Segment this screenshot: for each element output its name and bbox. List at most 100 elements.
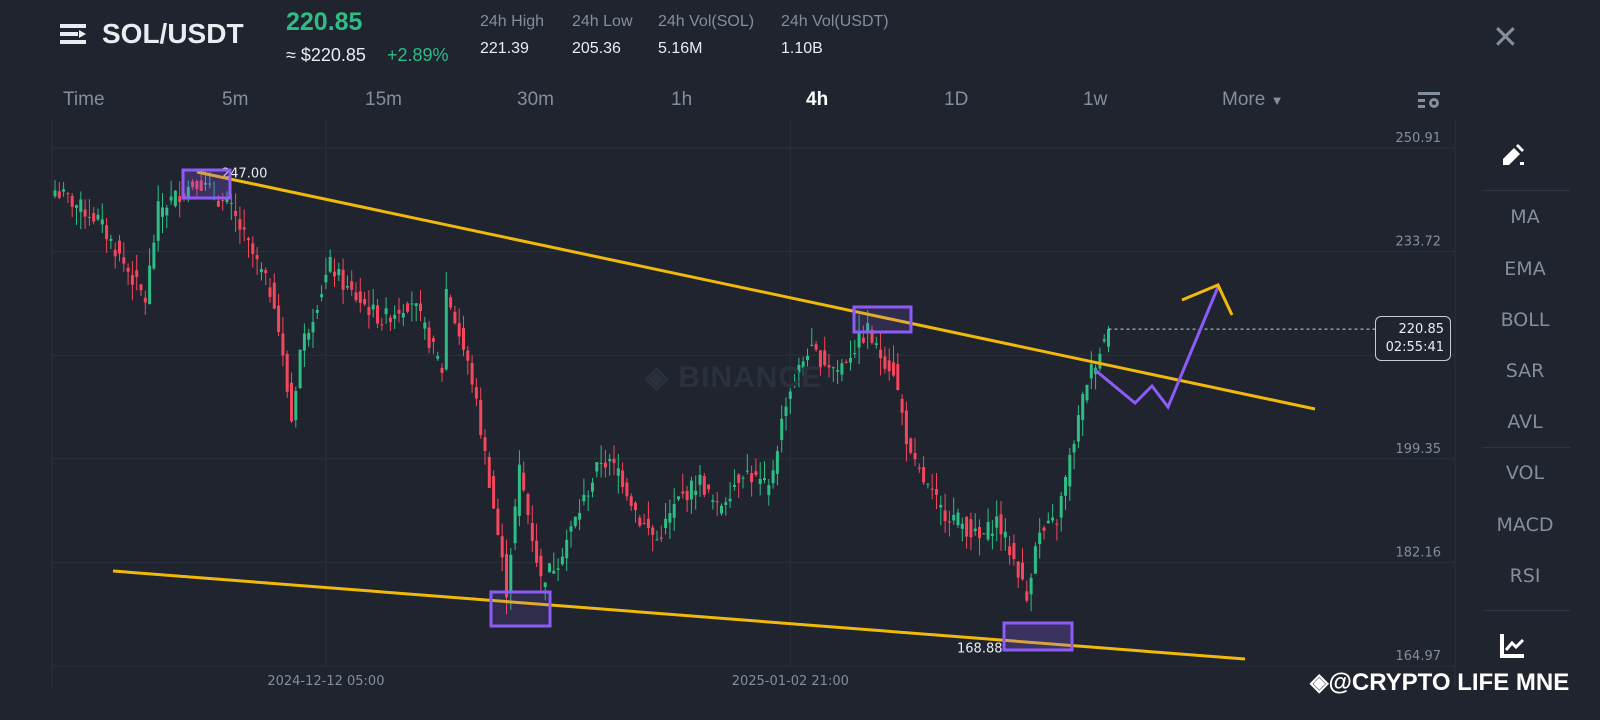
candle	[922, 456, 926, 485]
candle	[264, 267, 268, 286]
candle	[995, 500, 999, 542]
candle	[414, 303, 418, 322]
candle	[423, 316, 427, 340]
candle	[595, 462, 599, 478]
candle	[728, 481, 732, 508]
candle	[457, 308, 461, 345]
candle	[148, 248, 152, 305]
x-tick-label: 2024-12-12 05:00	[267, 674, 384, 689]
candle	[70, 193, 74, 217]
candle	[715, 492, 719, 517]
candle	[139, 283, 143, 296]
candle	[96, 208, 100, 221]
candle	[771, 459, 775, 489]
candle	[156, 185, 160, 252]
current-price-box: 220.85 02:55:41	[1375, 316, 1451, 361]
candle	[388, 314, 392, 331]
candle	[397, 297, 401, 323]
candle	[582, 478, 586, 506]
candle	[625, 477, 629, 501]
candle	[462, 315, 465, 357]
candle	[113, 242, 117, 269]
candle	[444, 272, 448, 371]
candle	[702, 473, 706, 498]
candle	[143, 290, 147, 315]
candle	[973, 513, 977, 536]
candle	[380, 317, 384, 331]
candle	[173, 190, 177, 208]
candle	[552, 552, 556, 574]
candle	[247, 236, 250, 258]
x-tick-label: 2025-01-02 21:00	[732, 674, 849, 689]
candle	[745, 454, 749, 475]
indicator-ma[interactable]: MA	[1480, 206, 1570, 228]
indicator-vol[interactable]: VOL	[1480, 462, 1570, 484]
candle	[1081, 391, 1085, 437]
candle	[677, 496, 680, 502]
candle	[358, 277, 362, 313]
candle	[603, 449, 607, 478]
candle	[83, 199, 87, 229]
candle	[302, 323, 306, 368]
candle	[436, 351, 440, 361]
candle	[105, 217, 109, 253]
candle	[732, 469, 736, 491]
candle	[1042, 525, 1046, 540]
candle	[935, 473, 938, 510]
candle	[879, 333, 883, 376]
candle	[694, 475, 698, 510]
candle	[333, 258, 336, 288]
candle	[53, 180, 57, 199]
drawing-tool-icon[interactable]	[1500, 143, 1528, 169]
candle	[251, 236, 255, 268]
author-watermark: ◈@CRYPTO LIFE MNE	[1310, 668, 1569, 697]
candle	[698, 465, 702, 497]
candle	[530, 505, 534, 553]
candle	[410, 291, 414, 322]
candle	[109, 234, 113, 250]
candle	[960, 517, 964, 542]
candle	[634, 500, 637, 523]
candle	[526, 492, 530, 525]
candle	[393, 305, 397, 330]
indicator-ema[interactable]: EMA	[1480, 258, 1570, 280]
candle	[599, 445, 603, 478]
indicator-macd[interactable]: MACD	[1480, 514, 1570, 536]
candle	[1016, 561, 1020, 589]
candle	[517, 450, 521, 527]
candle	[586, 490, 590, 511]
candle	[831, 366, 835, 383]
y-tick-label: 182.16	[1396, 545, 1442, 560]
candle	[92, 207, 96, 225]
candle	[539, 548, 543, 592]
candle	[986, 508, 990, 542]
candle	[1064, 474, 1067, 510]
candle	[926, 483, 930, 489]
candle	[616, 453, 620, 494]
indicator-avl[interactable]: AVL	[1480, 411, 1570, 433]
candle	[883, 346, 887, 374]
candle	[930, 473, 934, 500]
candle	[513, 498, 517, 551]
candle	[836, 360, 840, 384]
candle	[887, 348, 891, 381]
candle	[1085, 384, 1089, 404]
chart-type-icon[interactable]	[1500, 632, 1526, 658]
candle	[737, 473, 741, 498]
candle	[178, 181, 182, 218]
indicator-rsi[interactable]: RSI	[1480, 565, 1570, 587]
candle	[767, 478, 771, 506]
candle	[689, 476, 693, 514]
candle	[659, 525, 663, 543]
candle	[969, 512, 973, 551]
divider	[1483, 447, 1570, 448]
candle	[754, 458, 758, 477]
candle	[466, 346, 470, 375]
candle	[874, 336, 878, 349]
candle	[1098, 347, 1102, 372]
candle	[66, 191, 70, 204]
candle	[384, 297, 388, 324]
indicator-boll[interactable]: BOLL	[1480, 309, 1570, 331]
indicator-sar[interactable]: SAR	[1480, 360, 1570, 382]
candle	[917, 463, 921, 473]
